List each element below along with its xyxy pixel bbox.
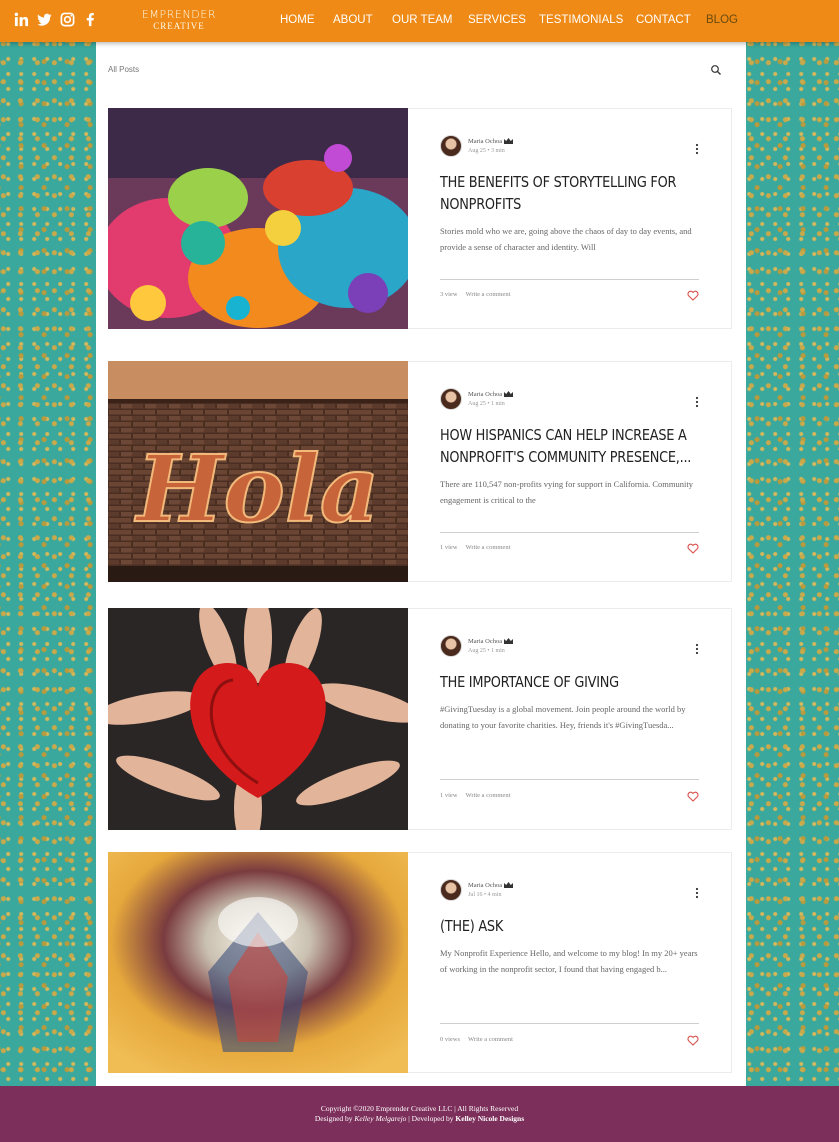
post-image[interactable] (108, 608, 408, 830)
heart-icon[interactable] (687, 791, 699, 802)
view-count: 3 view (440, 291, 458, 298)
post-body: Maria Ochoa Aug 25 • 1 min THE IMPORTANC… (440, 609, 699, 829)
more-options-icon[interactable] (695, 396, 699, 408)
post-stats: 0 views Write a comment (440, 1036, 513, 1043)
main-nav: HOME ABOUT OUR TEAM SERVICES TESTIMONIAL… (0, 14, 839, 28)
nav-testimonials[interactable]: TESTIMONIALS (539, 14, 623, 26)
write-comment-link[interactable]: Write a comment (466, 291, 511, 298)
designed-by-label: Designed by (314, 1114, 355, 1123)
post-divider (440, 1023, 699, 1024)
post-card[interactable]: Maria Ochoa Aug 25 • 3 min THE BENEFITS … (108, 108, 732, 329)
nav-home[interactable]: HOME (280, 14, 315, 26)
author-name[interactable]: Maria Ochoa (468, 882, 502, 889)
post-image[interactable]: Hola (108, 361, 408, 582)
post-meta: Aug 25 • 1 min (468, 401, 505, 407)
author-line: Maria Ochoa (468, 638, 514, 645)
post-stats: 1 view Write a comment (440, 792, 510, 799)
credits-text: Designed by Kelley Melgarejo | Developed… (0, 1114, 839, 1123)
nav-blog[interactable]: BLOG (706, 14, 738, 26)
more-options-icon[interactable] (695, 143, 699, 155)
blog-panel: All Posts Maria Ochoa Aug 25 • 3 min THE… (96, 42, 746, 1086)
post-title[interactable]: (THE) ASK (440, 915, 698, 937)
post-excerpt: Stories mold who we are, going above the… (440, 226, 692, 252)
red-heart-hands-image (108, 608, 408, 830)
post-date: Jul 16 (468, 892, 483, 898)
blog-topbar: All Posts (108, 64, 722, 78)
hola-sign-image: Hola (108, 361, 408, 582)
post-divider (440, 779, 699, 780)
post-image[interactable] (108, 852, 408, 1073)
copyright-text: Copyright ©2020 Emprender Creative LLC |… (320, 1104, 519, 1113)
post-meta: Aug 25 • 1 min (468, 648, 505, 654)
author-line: Maria Ochoa (468, 882, 514, 889)
site-footer: Copyright ©2020 Emprender Creative LLC |… (0, 1086, 839, 1142)
developer-link[interactable]: Kelley Nicole Designs (455, 1114, 524, 1123)
all-posts-link[interactable]: All Posts (108, 65, 139, 74)
view-count: 0 views (440, 1036, 461, 1043)
post-title[interactable]: HOW HISPANICS CAN HELP INCREASE A NONPRO… (440, 424, 698, 468)
more-options-icon[interactable] (695, 643, 699, 655)
kaleidoscope-image (108, 852, 408, 1073)
post-image[interactable] (108, 108, 408, 329)
author-name[interactable]: Maria Ochoa (468, 138, 502, 145)
avatar[interactable] (440, 635, 462, 657)
crown-icon (504, 882, 514, 888)
post-excerpt: #GivingTuesday is a global movement. Joi… (440, 704, 686, 730)
site-header: EMPRENDER CREATIVE HOME ABOUT OUR TEAM S… (0, 0, 839, 42)
hola-sign-text: Hola (134, 435, 380, 543)
author-name[interactable]: Maria Ochoa (468, 638, 502, 645)
write-comment-link[interactable]: Write a comment (468, 1036, 513, 1043)
read-time: 1 min (490, 401, 505, 407)
nav-about[interactable]: ABOUT (333, 14, 373, 26)
post-divider (440, 532, 699, 533)
post-card[interactable]: Maria Ochoa Jul 16 • 4 min (THE) ASK My … (108, 852, 732, 1073)
view-count: 1 view (440, 544, 458, 551)
read-time: 1 min (490, 648, 505, 654)
author-name[interactable]: Maria Ochoa (468, 391, 502, 398)
post-meta: Jul 16 • 4 min (468, 892, 502, 898)
post-divider (440, 279, 699, 280)
post-body: Maria Ochoa Aug 25 • 1 min HOW HISPANICS… (440, 362, 699, 581)
heart-icon[interactable] (687, 290, 699, 301)
view-count: 1 view (440, 792, 458, 799)
read-time: 4 min (487, 892, 502, 898)
crown-icon (504, 138, 514, 144)
post-card[interactable]: Maria Ochoa Aug 25 • 1 min THE IMPORTANC… (108, 608, 732, 830)
post-card[interactable]: Hola Maria Ochoa Aug 25 • 1 min HOW HISP… (108, 361, 732, 582)
search-icon[interactable] (710, 64, 722, 76)
avatar[interactable] (440, 388, 462, 410)
heart-icon[interactable] (687, 1035, 699, 1046)
post-stats: 1 view Write a comment (440, 544, 510, 551)
read-time: 3 min (490, 148, 505, 154)
post-title[interactable]: THE BENEFITS OF STORYTELLING FOR NONPROF… (440, 171, 698, 215)
author-line: Maria Ochoa (468, 138, 514, 145)
alebrijes-image (108, 108, 408, 329)
designer-name: Kelley Melgarejo (354, 1114, 407, 1123)
more-options-icon[interactable] (695, 887, 699, 899)
post-title[interactable]: THE IMPORTANCE OF GIVING (440, 671, 698, 693)
post-date: Aug 25 (468, 401, 486, 407)
heart-icon[interactable] (687, 543, 699, 554)
post-meta: Aug 25 • 3 min (468, 148, 505, 154)
nav-contact[interactable]: CONTACT (636, 14, 691, 26)
post-stats: 3 view Write a comment (440, 291, 510, 298)
author-line: Maria Ochoa (468, 391, 514, 398)
write-comment-link[interactable]: Write a comment (466, 792, 511, 799)
avatar[interactable] (440, 135, 462, 157)
post-body: Maria Ochoa Aug 25 • 3 min THE BENEFITS … (440, 109, 699, 328)
post-body: Maria Ochoa Jul 16 • 4 min (THE) ASK My … (440, 853, 699, 1072)
crown-icon (504, 391, 514, 397)
nav-services[interactable]: SERVICES (468, 14, 526, 26)
nav-our-team[interactable]: OUR TEAM (392, 14, 453, 26)
write-comment-link[interactable]: Write a comment (466, 544, 511, 551)
post-date: Aug 25 (468, 148, 486, 154)
post-date: Aug 25 (468, 648, 486, 654)
avatar[interactable] (440, 879, 462, 901)
post-excerpt: There are 110,547 non-profits vying for … (440, 479, 693, 505)
crown-icon (504, 638, 514, 644)
developed-by-label: | Developed by (406, 1114, 456, 1123)
post-excerpt: My Nonprofit Experience Hello, and welco… (440, 948, 698, 974)
